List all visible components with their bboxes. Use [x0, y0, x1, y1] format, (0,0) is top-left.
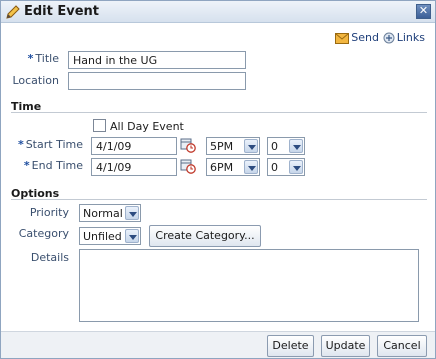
start-hour-select[interactable]: 5PM — [206, 137, 260, 155]
pencil-icon — [5, 4, 21, 20]
close-button[interactable]: ✕ — [416, 4, 431, 19]
location-label: Location — [12, 74, 59, 87]
details-textarea[interactable] — [79, 249, 419, 322]
send-label: Send — [351, 31, 379, 44]
options-section-divider — [11, 199, 427, 200]
time-section-divider — [11, 112, 427, 113]
chevron-down-icon — [125, 229, 139, 243]
link-icon — [383, 32, 395, 47]
dialog-title: Edit Event — [24, 4, 100, 19]
start-minute-value: 0 — [271, 140, 278, 153]
category-label: Category — [18, 227, 69, 240]
chevron-down-icon — [289, 139, 303, 153]
required-marker: * — [17, 138, 24, 151]
chevron-down-icon — [289, 160, 303, 174]
required-marker: * — [23, 159, 30, 172]
dialog-titlebar[interactable]: Edit Event ✕ — [1, 1, 435, 23]
delete-button[interactable]: Delete — [267, 335, 314, 357]
start-hour-value: 5PM — [210, 140, 234, 153]
links-link[interactable]: Links — [383, 31, 425, 47]
end-time-label-text: End Time — [31, 159, 83, 172]
end-hour-select[interactable]: 6PM — [206, 158, 260, 176]
chevron-down-icon — [244, 160, 258, 174]
create-category-button[interactable]: Create Category... — [149, 225, 261, 247]
details-label: Details — [30, 251, 69, 264]
priority-select[interactable]: Normal — [79, 204, 141, 222]
update-button[interactable]: Update — [321, 335, 370, 357]
send-link[interactable]: Send — [335, 31, 379, 47]
end-minute-value: 0 — [271, 161, 278, 174]
start-minute-select[interactable]: 0 — [267, 137, 305, 155]
envelope-icon — [335, 33, 350, 47]
all-day-checkbox[interactable] — [93, 119, 106, 132]
priority-label: Priority — [29, 206, 69, 219]
dialog-footer: Delete Update Cancel — [1, 331, 435, 358]
close-icon: ✕ — [418, 4, 429, 17]
start-date-field[interactable]: 4/1/09 — [91, 137, 177, 155]
links-label: Links — [396, 31, 425, 44]
priority-value: Normal — [83, 207, 123, 220]
end-time-label: * End Time — [11, 159, 83, 172]
chevron-down-icon — [125, 206, 139, 220]
title-label: * Title — [19, 52, 59, 65]
end-date-picker-icon[interactable] — [180, 158, 196, 174]
start-time-label: * Start Time — [11, 138, 83, 151]
end-hour-value: 6PM — [210, 161, 234, 174]
all-day-label: All Day Event — [110, 120, 184, 133]
start-time-label-text: Start Time — [25, 138, 83, 151]
end-date-field[interactable]: 4/1/09 — [91, 158, 177, 176]
edit-event-dialog: Edit Event ✕ Send Links * Title Hand in t — [0, 0, 436, 359]
category-value: Unfiled — [83, 230, 122, 243]
cancel-button[interactable]: Cancel — [377, 335, 427, 357]
chevron-down-icon — [244, 139, 258, 153]
title-label-text: Title — [35, 52, 59, 65]
end-minute-select[interactable]: 0 — [267, 158, 305, 176]
category-select[interactable]: Unfiled — [79, 227, 141, 245]
location-field[interactable] — [68, 72, 246, 90]
title-field[interactable]: Hand in the UG — [68, 51, 246, 69]
start-date-picker-icon[interactable] — [180, 137, 196, 153]
required-marker: * — [27, 52, 34, 65]
